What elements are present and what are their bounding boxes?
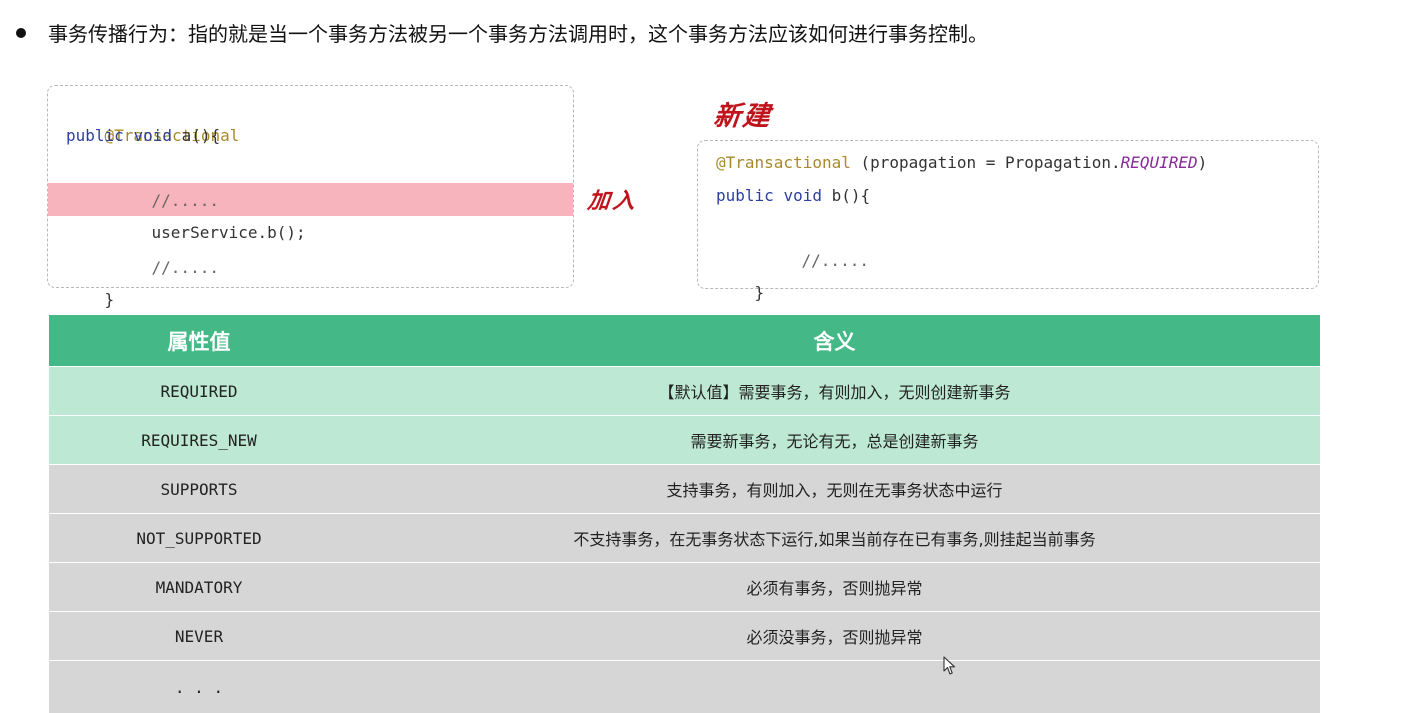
cell-value: REQUIRED (160, 381, 238, 401)
method-signature: b(){ (831, 186, 871, 205)
propagation-constant: REQUIRED (1120, 153, 1198, 172)
table-header: 属性值 含义 (49, 315, 1320, 366)
keyword-void: void (783, 186, 822, 205)
cell-value: NOT_SUPPORTED (136, 528, 262, 548)
closing-brace: } (104, 290, 115, 309)
cell-meaning (349, 661, 1320, 713)
table-row: NOT_SUPPORTED 不支持事务，在无事务状态下运行,如果当前存在已有事务… (49, 513, 1320, 562)
cell-value: . . . (174, 677, 224, 697)
keyword-public: public (716, 186, 774, 205)
code-a-line-1: @Transactional (66, 88, 240, 145)
cell-meaning: 必须有事务，否则抛异常 (746, 579, 923, 598)
code-a-line-6: } (66, 252, 115, 309)
code-a-line-3: //..... (66, 153, 219, 210)
intro-text: 事务传播行为：指的就是当一个事务方法被另一个事务方法调用时，这个事务方法应该如何… (48, 22, 988, 46)
code-block-method-a: @Transactional public void a(){ //..... … (47, 85, 574, 309)
keyword-public: public (66, 126, 124, 145)
annotation-token: @Transactional (716, 153, 851, 172)
table-row: REQUIRED 【默认值】需要事务，有则加入，无则创建新事务 (49, 366, 1320, 415)
header-value: 属性值 (167, 329, 231, 354)
annotation-params: (propagation = Propagation. (860, 153, 1121, 172)
bullet-dot-icon (16, 27, 26, 38)
code-b-line-1: @Transactional (propagation = Propagatio… (716, 147, 1207, 179)
cell-meaning: 【默认值】需要事务，有则加入，无则创建新事务 (658, 383, 1011, 402)
code-b-line-2: public void b(){ (716, 180, 870, 212)
handwritten-new-label: 新建 (712, 101, 774, 132)
table-row: REQUIRES_NEW 需要新事务，无论有无，总是创建新事务 (49, 415, 1320, 464)
cell-meaning: 需要新事务，无论有无，总是创建新事务 (690, 432, 979, 451)
code-a-line-2: public void a(){ (66, 120, 220, 152)
cell-meaning: 必须没事务，否则抛异常 (746, 628, 923, 647)
mouse-pointer-icon (943, 656, 956, 675)
propagation-table: 属性值 含义 REQUIRED 【默认值】需要事务，有则加入，无则创建新事务 R… (49, 315, 1320, 713)
code-b-line-3: //..... (716, 213, 869, 270)
cell-value: NEVER (174, 626, 224, 646)
code-b-line-4: } (716, 245, 765, 302)
handwritten-join-label: 加入 (586, 188, 640, 214)
table-row: SUPPORTS 支持事务，有则加入，无则在无事务状态中运行 (49, 464, 1320, 513)
code-block-method-b: @Transactional (propagation = Propagatio… (697, 140, 1319, 302)
code-a-line-5: //..... (66, 220, 219, 277)
closing-brace: } (754, 283, 765, 302)
header-meaning: 含义 (813, 329, 856, 354)
table-row: NEVER 必须没事务，否则抛异常 (49, 611, 1320, 660)
table-row: . . . (49, 660, 1320, 713)
code-a-line-4: userService.b(); (66, 185, 306, 242)
keyword-void: void (133, 126, 172, 145)
code-comment: //..... (801, 251, 869, 270)
annotation-params-end: ) (1197, 153, 1208, 172)
method-signature: a(){ (181, 126, 221, 145)
table-row: MANDATORY 必须有事务，否则抛异常 (49, 562, 1320, 611)
intro-bullet: 事务传播行为：指的就是当一个事务方法被另一个事务方法调用时，这个事务方法应该如何… (16, 18, 988, 47)
cell-value: REQUIRES_NEW (141, 430, 257, 450)
cell-meaning: 不支持事务，在无事务状态下运行,如果当前存在已有事务,则挂起当前事务 (573, 530, 1096, 549)
cell-value: MANDATORY (155, 577, 243, 597)
cell-meaning: 支持事务，有则加入，无则在无事务状态中运行 (666, 481, 1003, 500)
cell-value: SUPPORTS (160, 479, 238, 499)
code-comment: //..... (151, 258, 219, 277)
